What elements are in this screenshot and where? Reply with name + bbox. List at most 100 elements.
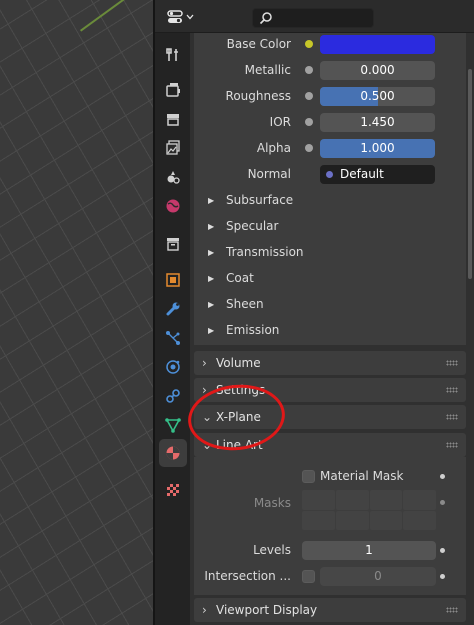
properties-header xyxy=(155,0,474,33)
roughness-label: Roughness xyxy=(225,89,291,103)
mask-toggle-grid[interactable] xyxy=(302,490,436,530)
chevron-right-icon: › xyxy=(202,603,207,617)
world-icon xyxy=(166,199,180,213)
keyframe-dot[interactable] xyxy=(440,548,445,553)
constraints-icon xyxy=(166,389,180,403)
keyframe-dot[interactable] xyxy=(440,500,445,505)
tab-physics[interactable] xyxy=(159,353,187,381)
collection-icon xyxy=(167,238,179,251)
physics-icon xyxy=(166,360,180,374)
wrench-icon xyxy=(166,302,180,316)
drag-handle-icon[interactable] xyxy=(446,607,458,613)
drag-handle-icon[interactable] xyxy=(446,360,458,366)
base-color-swatch[interactable] xyxy=(320,35,435,54)
tab-data[interactable] xyxy=(159,411,187,439)
tab-scene[interactable] xyxy=(159,163,187,191)
subpanel-transmission[interactable]: ▶ Transmission xyxy=(208,245,304,259)
material-properties: Base Color Metallic 0.000 Roughness 0.50… xyxy=(190,33,474,625)
socket-metallic[interactable] xyxy=(305,66,313,74)
drag-handle-icon[interactable] xyxy=(446,414,458,420)
panel-volume-label: Volume xyxy=(216,356,261,370)
subpanel-label: Emission xyxy=(226,323,280,337)
tab-constraints[interactable] xyxy=(159,382,187,410)
editor-type-button[interactable] xyxy=(163,7,197,27)
tab-material[interactable] xyxy=(159,439,187,467)
subpanel-sheen[interactable]: ▶ Sheen xyxy=(208,297,264,311)
tab-world[interactable] xyxy=(159,192,187,220)
ior-value: 1.450 xyxy=(360,115,395,129)
normal-field[interactable]: Default xyxy=(320,165,435,184)
panel-volume[interactable]: › Volume xyxy=(194,351,466,375)
properties-editor: Base Color Metallic 0.000 Roughness 0.50… xyxy=(155,0,474,625)
metallic-field[interactable]: 0.000 xyxy=(320,61,435,80)
subpanel-coat[interactable]: ▶ Coat xyxy=(208,271,254,285)
tab-render[interactable] xyxy=(159,76,187,104)
subpanel-label: Transmission xyxy=(226,245,304,259)
drag-handle-icon[interactable] xyxy=(446,387,458,393)
socket-roughness[interactable] xyxy=(305,92,313,100)
collapsed-arrow-icon: ▶ xyxy=(208,300,215,309)
masks-label: Masks xyxy=(253,496,291,510)
intersection-label: Intersection ... xyxy=(204,569,291,583)
tool-icon xyxy=(166,48,178,61)
normal-socket-dot xyxy=(326,171,333,178)
subpanel-subsurface[interactable]: ▶ Subsurface xyxy=(208,193,293,207)
tab-object[interactable] xyxy=(159,266,187,294)
drag-handle-icon[interactable] xyxy=(446,442,458,448)
alpha-label: Alpha xyxy=(256,141,291,155)
output-icon xyxy=(167,114,179,126)
render-icon xyxy=(166,83,180,97)
subpanel-label: Sheen xyxy=(226,297,264,311)
collapsed-arrow-icon: ▶ xyxy=(208,196,215,205)
3d-viewport[interactable] xyxy=(0,0,155,625)
intersection-field[interactable]: 0 xyxy=(320,567,436,586)
roughness-field[interactable]: 0.500 xyxy=(320,87,435,106)
panel-viewport-display[interactable]: › Viewport Display xyxy=(194,598,466,622)
levels-field[interactable]: 1 xyxy=(302,541,436,560)
collapsed-arrow-icon: ▶ xyxy=(208,222,215,231)
data-icon xyxy=(165,418,181,433)
object-icon xyxy=(166,273,180,287)
tab-output[interactable] xyxy=(159,105,187,133)
material-mask-checkbox[interactable] xyxy=(302,470,315,483)
tab-view-layer[interactable] xyxy=(159,134,187,162)
keyframe-dot[interactable] xyxy=(440,574,445,579)
keyframe-dot[interactable] xyxy=(440,474,445,479)
ior-field[interactable]: 1.450 xyxy=(320,113,435,132)
tab-texture[interactable] xyxy=(159,476,187,504)
material-mask-label: Material Mask xyxy=(320,469,404,483)
alpha-value: 1.000 xyxy=(360,141,395,155)
roughness-value: 0.500 xyxy=(360,89,395,103)
socket-ior[interactable] xyxy=(305,118,313,126)
normal-label: Normal xyxy=(247,167,291,181)
levels-label: Levels xyxy=(253,543,291,557)
subpanel-emission[interactable]: ▶ Emission xyxy=(208,323,279,337)
search-icon xyxy=(259,12,272,25)
alpha-field[interactable]: 1.000 xyxy=(320,139,435,158)
tab-modifier[interactable] xyxy=(159,295,187,323)
panel-viewport-display-label: Viewport Display xyxy=(216,603,318,617)
base-color-label: Base Color xyxy=(226,37,291,51)
chevron-down-icon xyxy=(186,14,193,20)
material-icon xyxy=(166,446,180,460)
socket-base-color[interactable] xyxy=(305,40,313,48)
tab-collection[interactable] xyxy=(159,230,187,258)
search-input[interactable] xyxy=(252,8,374,28)
metallic-value: 0.000 xyxy=(360,63,395,77)
socket-alpha[interactable] xyxy=(305,144,313,152)
scrollbar[interactable] xyxy=(468,69,472,279)
properties-editor-icon xyxy=(166,10,183,23)
levels-value: 1 xyxy=(365,543,373,557)
subpanel-specular[interactable]: ▶ Specular xyxy=(208,219,278,233)
collapsed-arrow-icon: ▶ xyxy=(208,274,215,283)
intersection-value: 0 xyxy=(374,569,382,583)
view-layer-icon xyxy=(166,140,180,155)
tab-tool[interactable] xyxy=(159,41,187,69)
collapsed-arrow-icon: ▶ xyxy=(208,326,215,335)
subpanel-label: Subsurface xyxy=(226,193,294,207)
properties-tabs xyxy=(155,33,190,625)
tab-particles[interactable] xyxy=(159,324,187,352)
ior-label: IOR xyxy=(269,115,291,129)
intersection-checkbox[interactable] xyxy=(302,570,315,583)
collapsed-arrow-icon: ▶ xyxy=(208,248,215,257)
